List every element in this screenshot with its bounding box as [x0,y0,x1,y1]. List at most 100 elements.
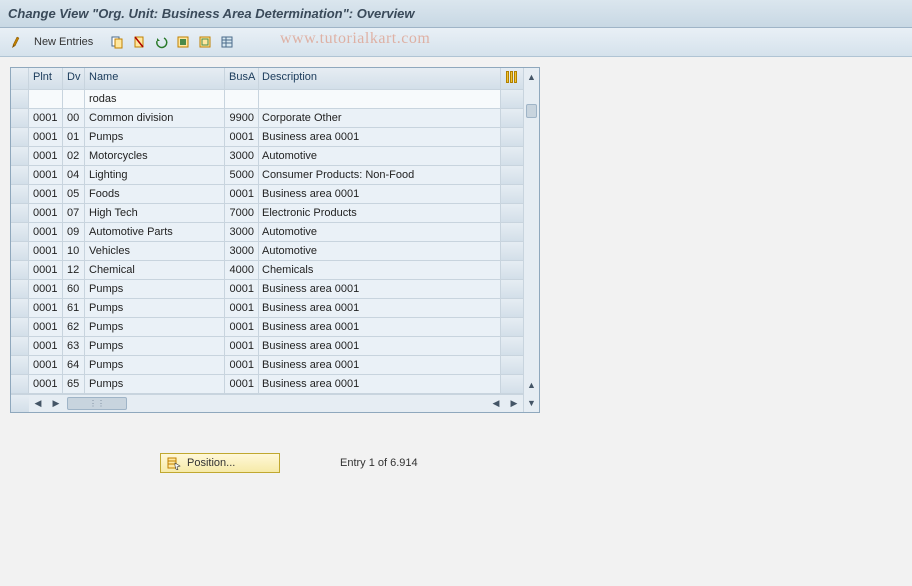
row-selector[interactable] [11,147,29,165]
cell-busa[interactable]: 0001 [225,280,259,298]
hscroll-track[interactable]: ⋮⋮ [65,395,487,412]
filter-plnt[interactable] [29,90,63,108]
cell-name[interactable]: Pumps [85,337,225,355]
table-settings-icon[interactable] [217,32,237,52]
table-row[interactable]: 000105Foods0001Business area 0001 [11,185,523,204]
scroll-right-end-icon[interactable]: ▶ [505,398,523,409]
row-selector[interactable] [11,204,29,222]
row-selector[interactable] [11,337,29,355]
cell-plnt[interactable]: 0001 [29,147,63,165]
table-row[interactable]: 000165Pumps0001Business area 0001 [11,375,523,394]
cell-plnt[interactable]: 0001 [29,375,63,393]
cell-name[interactable]: Pumps [85,375,225,393]
table-row[interactable]: 000160Pumps0001Business area 0001 [11,280,523,299]
cell-plnt[interactable]: 0001 [29,356,63,374]
cell-desc[interactable]: Business area 0001 [259,318,501,336]
filter-name[interactable] [85,90,225,108]
cell-plnt[interactable]: 0001 [29,337,63,355]
cell-busa[interactable]: 0001 [225,128,259,146]
scroll-up-alt-icon[interactable]: ▲ [524,376,539,394]
cell-desc[interactable]: Business area 0001 [259,337,501,355]
cell-plnt[interactable]: 0001 [29,261,63,279]
row-selector[interactable] [11,299,29,317]
hscroll-thumb[interactable]: ⋮⋮ [67,397,127,410]
cell-desc[interactable]: Automotive [259,223,501,241]
delete-icon[interactable] [129,32,149,52]
cell-desc[interactable]: Automotive [259,242,501,260]
cell-name[interactable]: Motorcycles [85,147,225,165]
scroll-right-icon[interactable]: ▶ [47,398,65,409]
col-header-desc[interactable]: Description [259,68,501,89]
table-row[interactable]: 000104Lighting5000Consumer Products: Non… [11,166,523,185]
cell-plnt[interactable]: 0001 [29,204,63,222]
cell-busa[interactable]: 0001 [225,356,259,374]
undo-icon[interactable] [151,32,171,52]
new-entries-button[interactable]: New Entries [30,34,101,50]
cell-dv[interactable]: 07 [63,204,85,222]
cell-name[interactable]: Pumps [85,128,225,146]
table-row[interactable]: 000110Vehicles3000Automotive [11,242,523,261]
cell-plnt[interactable]: 0001 [29,128,63,146]
cell-dv[interactable]: 05 [63,185,85,203]
cell-name[interactable]: Pumps [85,356,225,374]
cell-dv[interactable]: 63 [63,337,85,355]
cell-plnt[interactable]: 0001 [29,242,63,260]
cell-name[interactable]: Lighting [85,166,225,184]
cell-busa[interactable]: 0001 [225,299,259,317]
cell-busa[interactable]: 0001 [225,375,259,393]
cell-name[interactable]: Common division [85,109,225,127]
col-header-busa[interactable]: BusA [225,68,259,89]
cell-desc[interactable]: Automotive [259,147,501,165]
cell-busa[interactable]: 5000 [225,166,259,184]
copy-icon[interactable] [107,32,127,52]
row-selector[interactable] [11,261,29,279]
cell-name[interactable]: Pumps [85,318,225,336]
cell-dv[interactable]: 12 [63,261,85,279]
vscroll-track[interactable] [524,86,539,376]
cell-dv[interactable]: 60 [63,280,85,298]
cell-name[interactable]: Foods [85,185,225,203]
col-header-dv[interactable]: Dv [63,68,85,89]
cell-desc[interactable]: Business area 0001 [259,375,501,393]
cell-plnt[interactable]: 0001 [29,166,63,184]
scroll-down-icon[interactable]: ▼ [524,394,539,412]
row-selector[interactable] [11,356,29,374]
cell-desc[interactable]: Business area 0001 [259,185,501,203]
cell-desc[interactable]: Business area 0001 [259,280,501,298]
cell-plnt[interactable]: 0001 [29,109,63,127]
cell-dv[interactable]: 10 [63,242,85,260]
cell-desc[interactable]: Electronic Products [259,204,501,222]
cell-dv[interactable]: 04 [63,166,85,184]
cell-dv[interactable]: 00 [63,109,85,127]
cell-desc[interactable]: Business area 0001 [259,128,501,146]
filter-name-input[interactable] [89,93,220,105]
cell-plnt[interactable]: 0001 [29,318,63,336]
deselect-all-icon[interactable] [195,32,215,52]
cell-plnt[interactable]: 0001 [29,185,63,203]
filter-busa[interactable] [225,90,259,108]
cell-busa[interactable]: 3000 [225,223,259,241]
table-row[interactable]: 000164Pumps0001Business area 0001 [11,356,523,375]
table-row[interactable]: 000163Pumps0001Business area 0001 [11,337,523,356]
cell-desc[interactable]: Business area 0001 [259,356,501,374]
horizontal-scrollbar[interactable]: ◀ ▶ ⋮⋮ ◀ ▶ [11,394,523,412]
cell-dv[interactable]: 01 [63,128,85,146]
cell-busa[interactable]: 3000 [225,242,259,260]
filter-desc[interactable] [259,90,501,108]
table-row[interactable]: 000102Motorcycles3000Automotive [11,147,523,166]
table-row[interactable]: 000101Pumps0001Business area 0001 [11,128,523,147]
table-row[interactable]: 000162Pumps0001Business area 0001 [11,318,523,337]
row-selector[interactable] [11,375,29,393]
cell-dv[interactable]: 09 [63,223,85,241]
cell-desc[interactable]: Business area 0001 [259,299,501,317]
cell-busa[interactable]: 0001 [225,337,259,355]
row-selector[interactable] [11,242,29,260]
table-row[interactable]: 000161Pumps0001Business area 0001 [11,299,523,318]
filter-dv[interactable] [63,90,85,108]
cell-busa[interactable]: 9900 [225,109,259,127]
position-button[interactable]: Position... [160,453,280,473]
row-selector[interactable] [11,185,29,203]
row-selector[interactable] [11,318,29,336]
table-row[interactable]: 000107High Tech7000Electronic Products [11,204,523,223]
col-header-plnt[interactable]: Plnt [29,68,63,89]
